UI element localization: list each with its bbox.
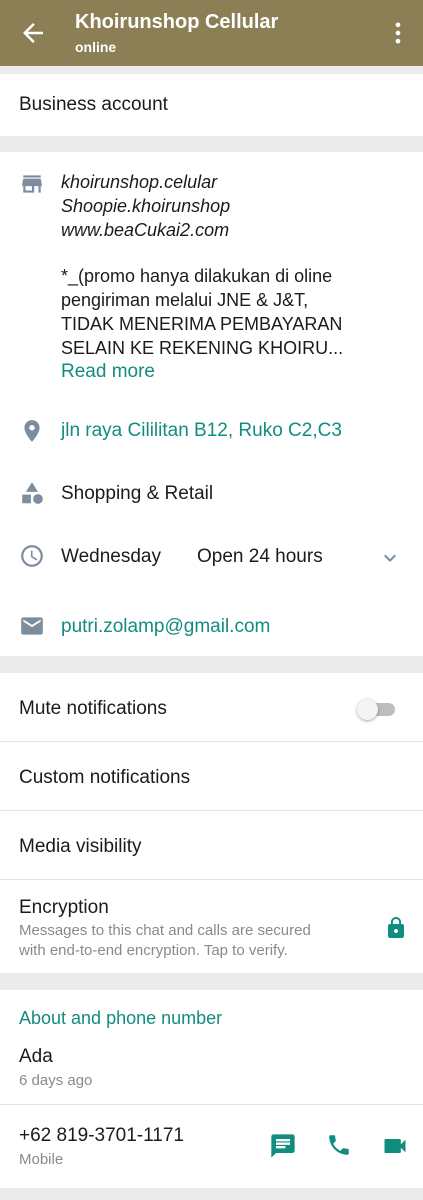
media-visibility-label[interactable]: Media visibility xyxy=(19,836,141,858)
mute-toggle[interactable] xyxy=(357,699,397,720)
business-account-label: Business account xyxy=(19,94,168,115)
address-link[interactable]: jln raya Cililitan B12, Ruko C2,C3 xyxy=(61,420,342,442)
description-line: khoirunshop.celular xyxy=(61,172,218,192)
message-icon[interactable] xyxy=(269,1132,297,1160)
back-arrow-icon[interactable] xyxy=(18,18,48,48)
hours-status[interactable]: Open 24 hours xyxy=(197,546,323,568)
encryption-title[interactable]: Encryption xyxy=(19,897,109,919)
email-icon xyxy=(21,617,43,635)
description-line: www.beaCukai2.com xyxy=(61,220,230,240)
about-date: 6 days ago xyxy=(19,1072,93,1089)
chevron-down-icon[interactable] xyxy=(378,546,402,570)
divider xyxy=(0,879,423,880)
description-line: *_(promo hanya dilakukan di oline xyxy=(61,266,333,286)
custom-notifications-label[interactable]: Custom notifications xyxy=(19,767,190,789)
chat-title[interactable]: Khoirunshop Cellular xyxy=(75,11,278,34)
read-more-link[interactable]: Read more xyxy=(61,360,343,384)
description-line: TIDAK MENERIMA PEMBAYARAN xyxy=(61,314,343,334)
store-icon xyxy=(22,175,42,193)
phone-number[interactable]: +62 819-3701-1171 xyxy=(19,1125,184,1147)
about-section-label: About and phone number xyxy=(19,1008,223,1028)
email-link[interactable]: putri.zolamp@gmail.com xyxy=(61,616,270,638)
hours-day[interactable]: Wednesday xyxy=(61,546,161,568)
encryption-line: Messages to this chat and calls are secu… xyxy=(19,922,311,939)
encryption-description: Messages to this chat and calls are secu… xyxy=(19,921,311,961)
more-options-icon[interactable] xyxy=(384,18,412,48)
encryption-line: with end-to-end encryption. Tap to verif… xyxy=(19,942,288,959)
phone-call-icon[interactable] xyxy=(326,1132,352,1158)
video-call-icon[interactable] xyxy=(381,1132,409,1160)
about-text[interactable]: Ada xyxy=(19,1046,53,1068)
app-header: Khoirunshop Cellular online xyxy=(0,0,423,66)
shapes-icon xyxy=(22,482,43,504)
phone-type: Mobile xyxy=(19,1151,64,1168)
business-description: khoirunshop.celular Shoopie.khoirunshop … xyxy=(61,170,343,384)
description-line: Shoopie.khoirunshop xyxy=(61,196,231,216)
divider xyxy=(0,741,423,742)
divider xyxy=(0,810,423,811)
description-line: SELAIN KE REKENING KHOIRU... xyxy=(61,338,344,358)
lock-icon[interactable] xyxy=(384,915,408,941)
toggle-knob xyxy=(357,699,378,720)
description-line: pengiriman melalui JNE & J&T, xyxy=(61,290,309,310)
clock-icon xyxy=(21,545,43,567)
location-pin-icon xyxy=(24,420,40,442)
business-account-card: Business account xyxy=(0,74,423,136)
category-text: Shopping & Retail xyxy=(61,483,214,504)
mute-notifications-label[interactable]: Mute notifications xyxy=(19,698,167,720)
chat-status: online xyxy=(75,39,117,55)
divider xyxy=(0,1104,423,1105)
